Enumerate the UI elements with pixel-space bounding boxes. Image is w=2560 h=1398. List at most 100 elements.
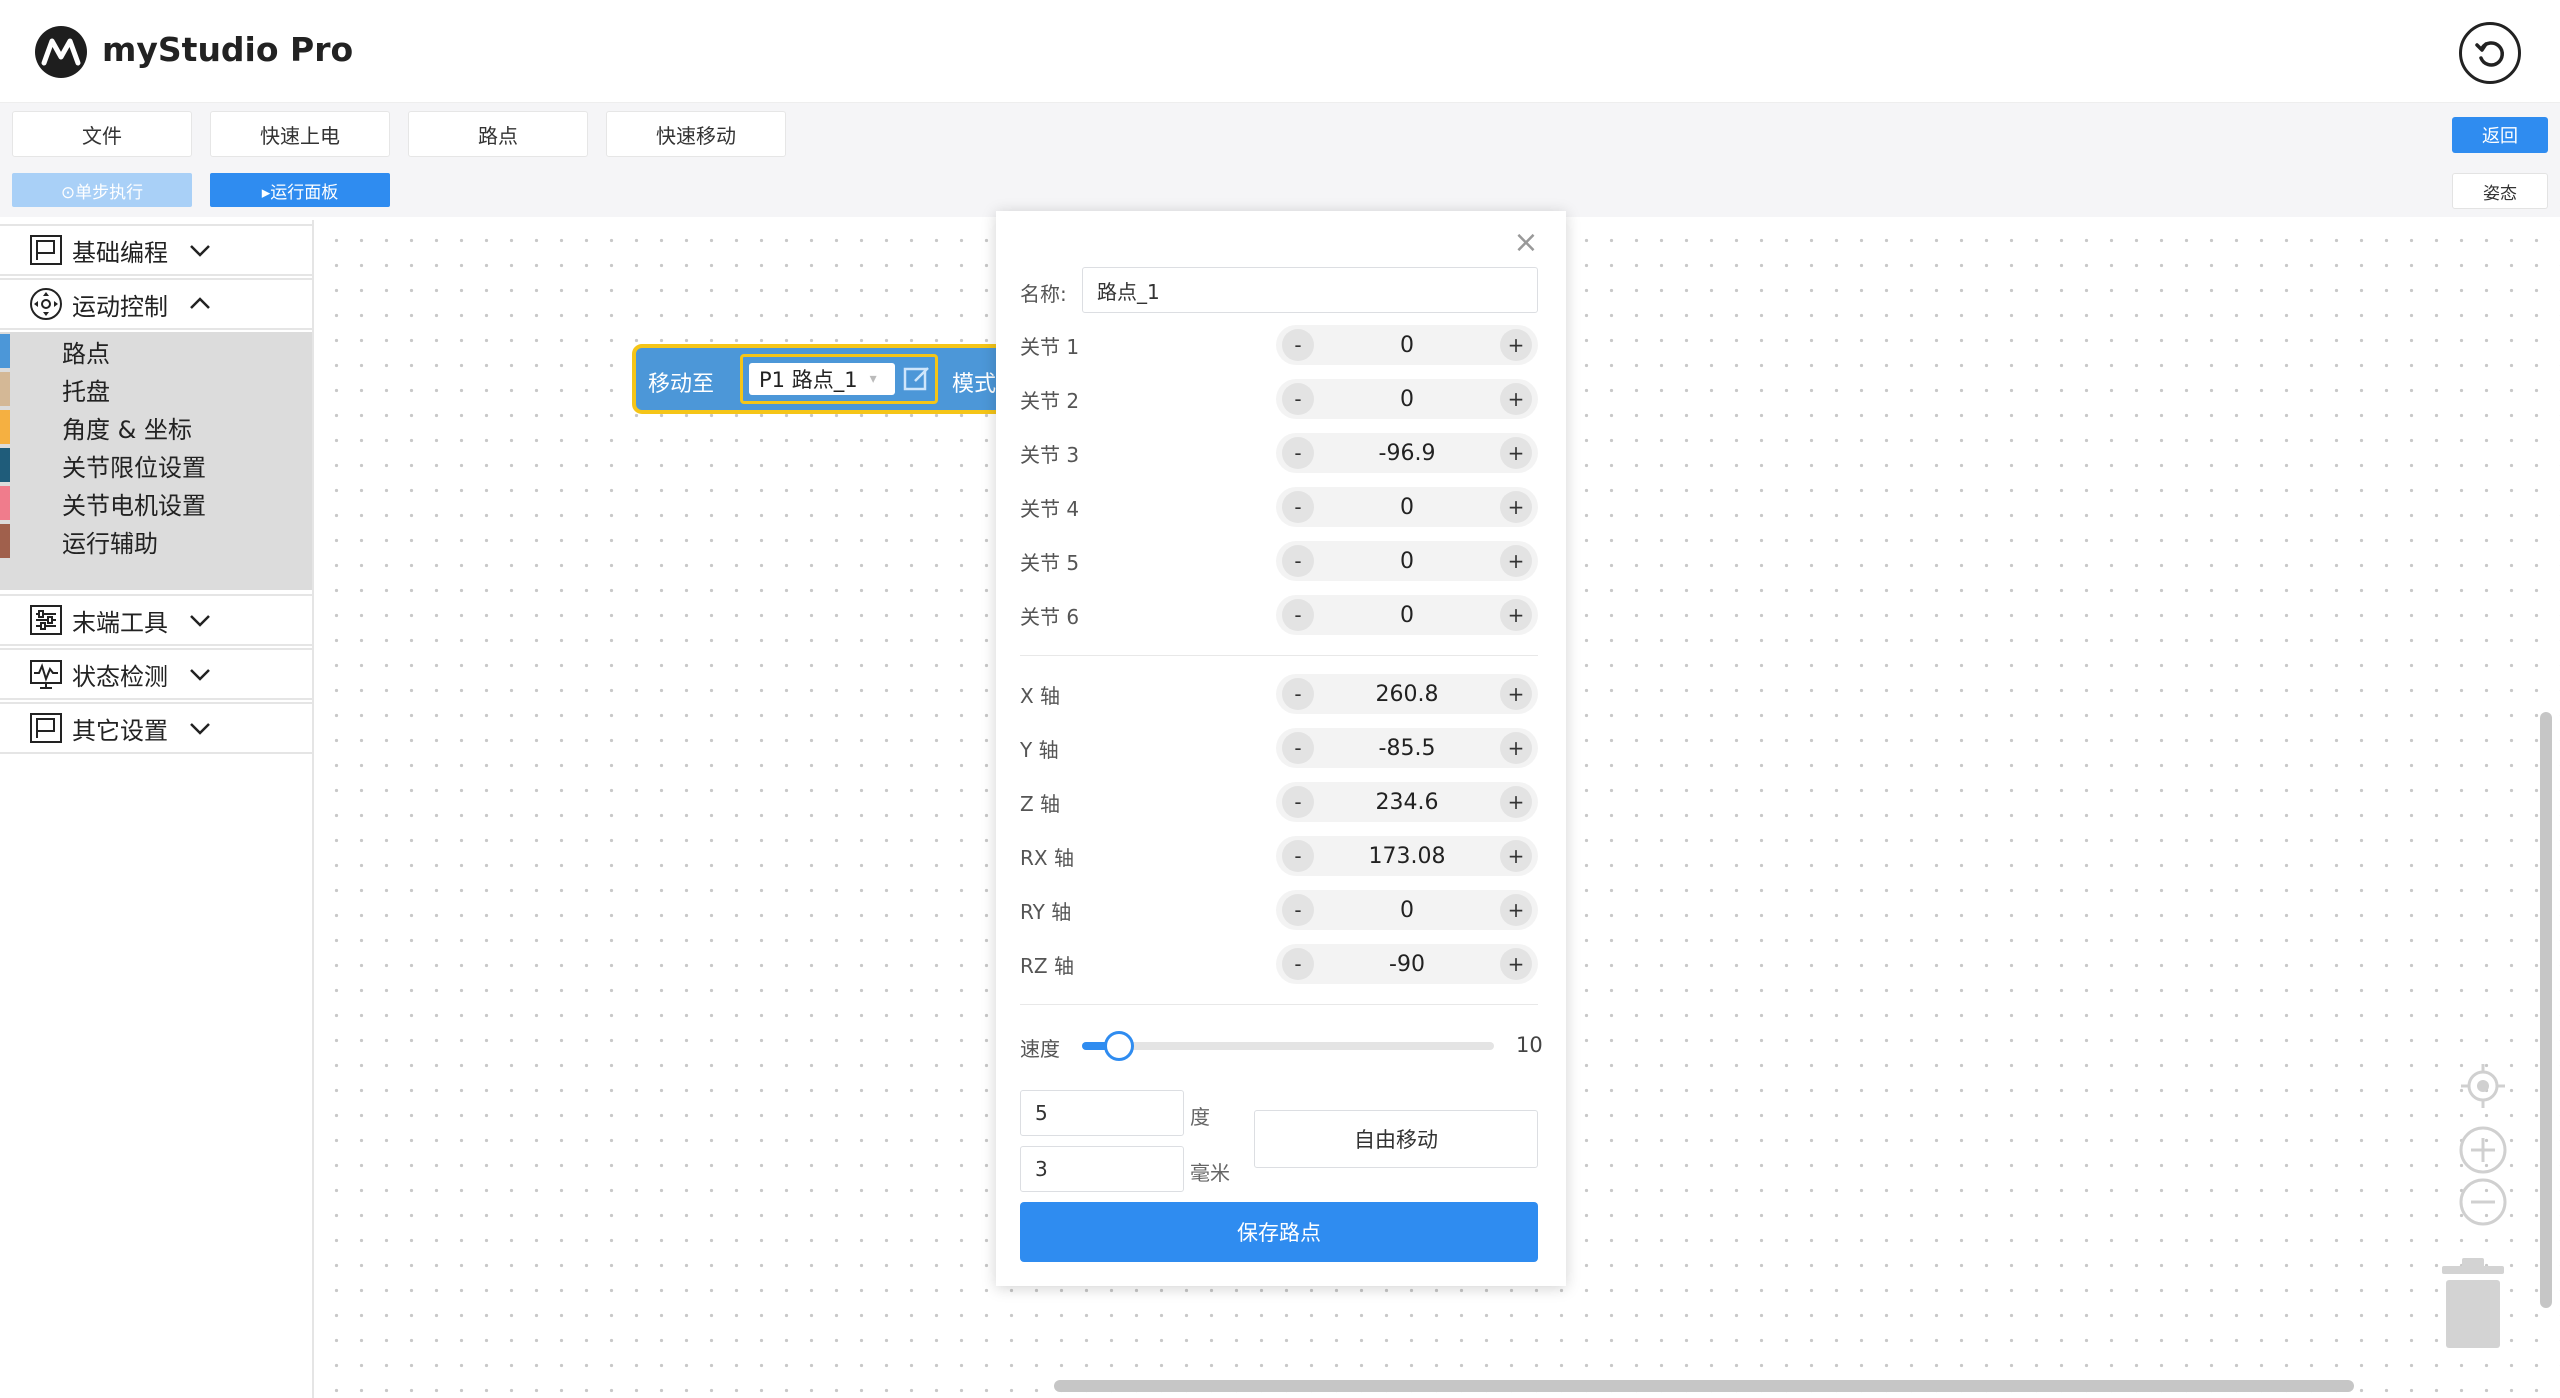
sidebar-item-angle-coord[interactable]: 角度 & 坐标 [0, 410, 312, 444]
decrement-button[interactable]: - [1282, 491, 1314, 523]
increment-button[interactable]: + [1500, 678, 1532, 710]
increment-button[interactable]: + [1500, 491, 1532, 523]
speed-slider[interactable] [1082, 1031, 1494, 1061]
sidebar-item-joint-limit[interactable]: 关节限位设置 [0, 448, 312, 482]
save-waypoint-button[interactable]: 保存路点 [1020, 1202, 1538, 1262]
edit-icon[interactable] [901, 363, 933, 395]
ry-axis-value[interactable]: 0 [1320, 890, 1494, 930]
category-other-settings[interactable]: 其它设置 [0, 702, 312, 754]
category-basic-programming[interactable]: 基础编程 [0, 224, 312, 276]
menu-waypoint-button[interactable]: 路点 [408, 111, 588, 157]
joint-4-value[interactable]: 0 [1320, 487, 1494, 527]
y-axis-label: Y 轴 [1020, 738, 1059, 762]
color-swatch [0, 410, 10, 444]
menu-quick-power-button[interactable]: 快速上电 [210, 111, 390, 157]
joint-5-stepper[interactable]: - 0 + [1276, 541, 1538, 581]
decrement-button[interactable]: - [1282, 894, 1314, 926]
ry-axis-stepper[interactable]: - 0 + [1276, 890, 1538, 930]
rx-axis-value[interactable]: 173.08 [1320, 836, 1494, 876]
menu-file-button[interactable]: 文件 [12, 111, 192, 157]
joint-4-stepper[interactable]: - 0 + [1276, 487, 1538, 527]
decrement-button[interactable]: - [1282, 383, 1314, 415]
joint-6-value[interactable]: 0 [1320, 595, 1494, 635]
decrement-button[interactable]: - [1282, 545, 1314, 577]
x-axis-label: X 轴 [1020, 684, 1061, 708]
name-label: 名称: [1020, 282, 1067, 306]
vertical-scrollbar[interactable] [2540, 712, 2552, 1308]
joint-5-value[interactable]: 0 [1320, 541, 1494, 581]
joint-3-value[interactable]: -96.9 [1320, 433, 1494, 473]
decrement-button[interactable]: - [1282, 948, 1314, 980]
increment-button[interactable]: + [1500, 948, 1532, 980]
joint-1-stepper[interactable]: - 0 + [1276, 325, 1538, 365]
sidebar-item-tray[interactable]: 托盘 [0, 372, 312, 406]
increment-button[interactable]: + [1500, 383, 1532, 415]
decrement-button[interactable]: - [1282, 732, 1314, 764]
ry-axis-label: RY 轴 [1020, 900, 1072, 924]
joint-3-label: 关节 3 [1020, 443, 1080, 467]
rz-axis-value[interactable]: -90 [1320, 944, 1494, 984]
increment-button[interactable]: + [1500, 437, 1532, 469]
decrement-button[interactable]: - [1282, 786, 1314, 818]
increment-button[interactable]: + [1500, 545, 1532, 577]
close-icon[interactable]: × [1512, 228, 1540, 258]
increment-button[interactable]: + [1500, 894, 1532, 926]
horizontal-scrollbar[interactable] [1054, 1380, 2354, 1392]
sidebar-item-joint-motor[interactable]: 关节电机设置 [0, 486, 312, 520]
category-status-detect[interactable]: 状态检测 [0, 648, 312, 700]
back-button[interactable]: 返回 [2452, 117, 2548, 153]
waypoint-slot[interactable]: P1 路点_1 ▾ [740, 354, 938, 404]
trash-icon[interactable] [2438, 1258, 2508, 1350]
waypoint-name-input[interactable] [1082, 267, 1538, 313]
decrement-button[interactable]: - [1282, 599, 1314, 631]
distance-step-input[interactable] [1020, 1146, 1184, 1192]
joint-1-label: 关节 1 [1020, 335, 1080, 359]
pose-button[interactable]: 姿态 [2452, 173, 2548, 209]
joint-1-value[interactable]: 0 [1320, 325, 1494, 365]
increment-button[interactable]: + [1500, 840, 1532, 872]
speed-label: 速度 [1020, 1037, 1060, 1061]
joint-2-stepper[interactable]: - 0 + [1276, 379, 1538, 419]
sidebar-item-run-assist[interactable]: 运行辅助 [0, 524, 312, 558]
joint-2-value[interactable]: 0 [1320, 379, 1494, 419]
x-axis-stepper[interactable]: - 260.8 + [1276, 674, 1538, 714]
y-axis-stepper[interactable]: - -85.5 + [1276, 728, 1538, 768]
undo-button[interactable] [2459, 22, 2521, 84]
divider [1020, 1004, 1538, 1005]
category-label: 其它设置 [72, 716, 168, 745]
speed-slider-handle[interactable] [1104, 1031, 1135, 1061]
y-axis-value[interactable]: -85.5 [1320, 728, 1494, 768]
decrement-button[interactable]: - [1282, 840, 1314, 872]
rz-axis-stepper[interactable]: - -90 + [1276, 944, 1538, 984]
decrement-button[interactable]: - [1282, 329, 1314, 361]
sidebar-item-waypoint[interactable]: 路点 [0, 334, 312, 368]
menu-quick-move-button[interactable]: 快速移动 [606, 111, 786, 157]
decrement-button[interactable]: - [1282, 437, 1314, 469]
decrement-button[interactable]: - [1282, 678, 1314, 710]
angle-step-input[interactable] [1020, 1090, 1184, 1136]
increment-button[interactable]: + [1500, 329, 1532, 361]
waypoint-dropdown[interactable]: P1 路点_1 ▾ [749, 363, 895, 395]
category-motion-control[interactable]: 运动控制 [0, 278, 312, 330]
z-axis-value[interactable]: 234.6 [1320, 782, 1494, 822]
divider [1020, 655, 1538, 656]
increment-button[interactable]: + [1500, 786, 1532, 818]
waypoint-edit-dialog: × 名称: 关节 1 - 0 + 关节 2 - 0 + 关节 3 - -96.9… [996, 211, 1566, 1286]
x-axis-value[interactable]: 260.8 [1320, 674, 1494, 714]
rx-axis-stepper[interactable]: - 173.08 + [1276, 836, 1538, 876]
step-execute-button[interactable]: ⊙单步执行 [12, 173, 192, 207]
zoom-in-icon[interactable] [2457, 1124, 2509, 1176]
joint-3-stepper[interactable]: - -96.9 + [1276, 433, 1538, 473]
zoom-out-icon[interactable] [2457, 1176, 2509, 1228]
increment-button[interactable]: + [1500, 732, 1532, 764]
category-end-tool[interactable]: 末端工具 [0, 594, 312, 646]
z-axis-stepper[interactable]: - 234.6 + [1276, 782, 1538, 822]
run-panel-button[interactable]: ▸运行面板 [210, 173, 390, 207]
joint-6-stepper[interactable]: - 0 + [1276, 595, 1538, 635]
increment-button[interactable]: + [1500, 599, 1532, 631]
move-to-block[interactable]: 移动至 P1 路点_1 ▾ 模式 [632, 344, 1012, 414]
undo-icon [2475, 41, 2504, 67]
waypoint-value: P1 路点_1 [759, 368, 858, 392]
free-move-button[interactable]: 自由移动 [1254, 1110, 1538, 1168]
recenter-icon[interactable] [2457, 1060, 2509, 1112]
